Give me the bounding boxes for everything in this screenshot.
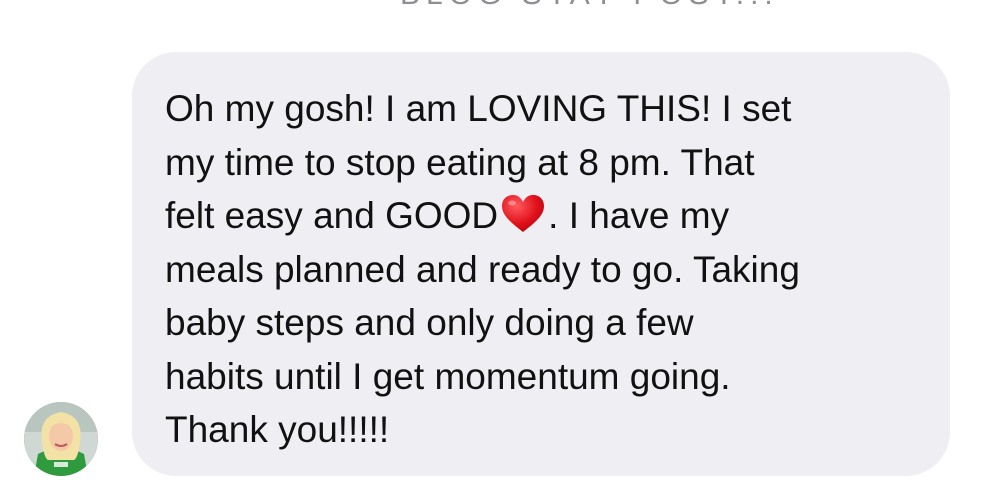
message-line: habits until I get momentum going. [165,355,731,397]
message-line: baby steps and only doing a few [165,302,694,343]
message-line: Oh my gosh! I am LOVING THIS! I set [165,88,792,129]
message-line-text: . I have my [548,195,730,236]
message-line: my time to stop eating at 8 pm. That [165,141,755,183]
heart-icon [500,194,546,234]
chat-screen: BLOG STAY POST... Oh my gosh! I am LOVIN… [0,0,1000,500]
message-line: meals planned and ready to go. Taking [165,248,800,290]
message-line: Thank you!!!!! [165,409,390,450]
avatar[interactable] [24,402,98,476]
message-line-text: felt easy and GOOD [165,195,499,236]
avatar-photo [24,402,98,476]
message-line: felt easy and GOOD . I have my [165,189,800,243]
message-bubble[interactable]: Oh my gosh! I am LOVING THIS! I set my t… [132,52,950,476]
message-text: Oh my gosh! I am LOVING THIS! I set my t… [165,82,800,457]
previous-message-fragment: BLOG STAY POST... [400,0,779,12]
